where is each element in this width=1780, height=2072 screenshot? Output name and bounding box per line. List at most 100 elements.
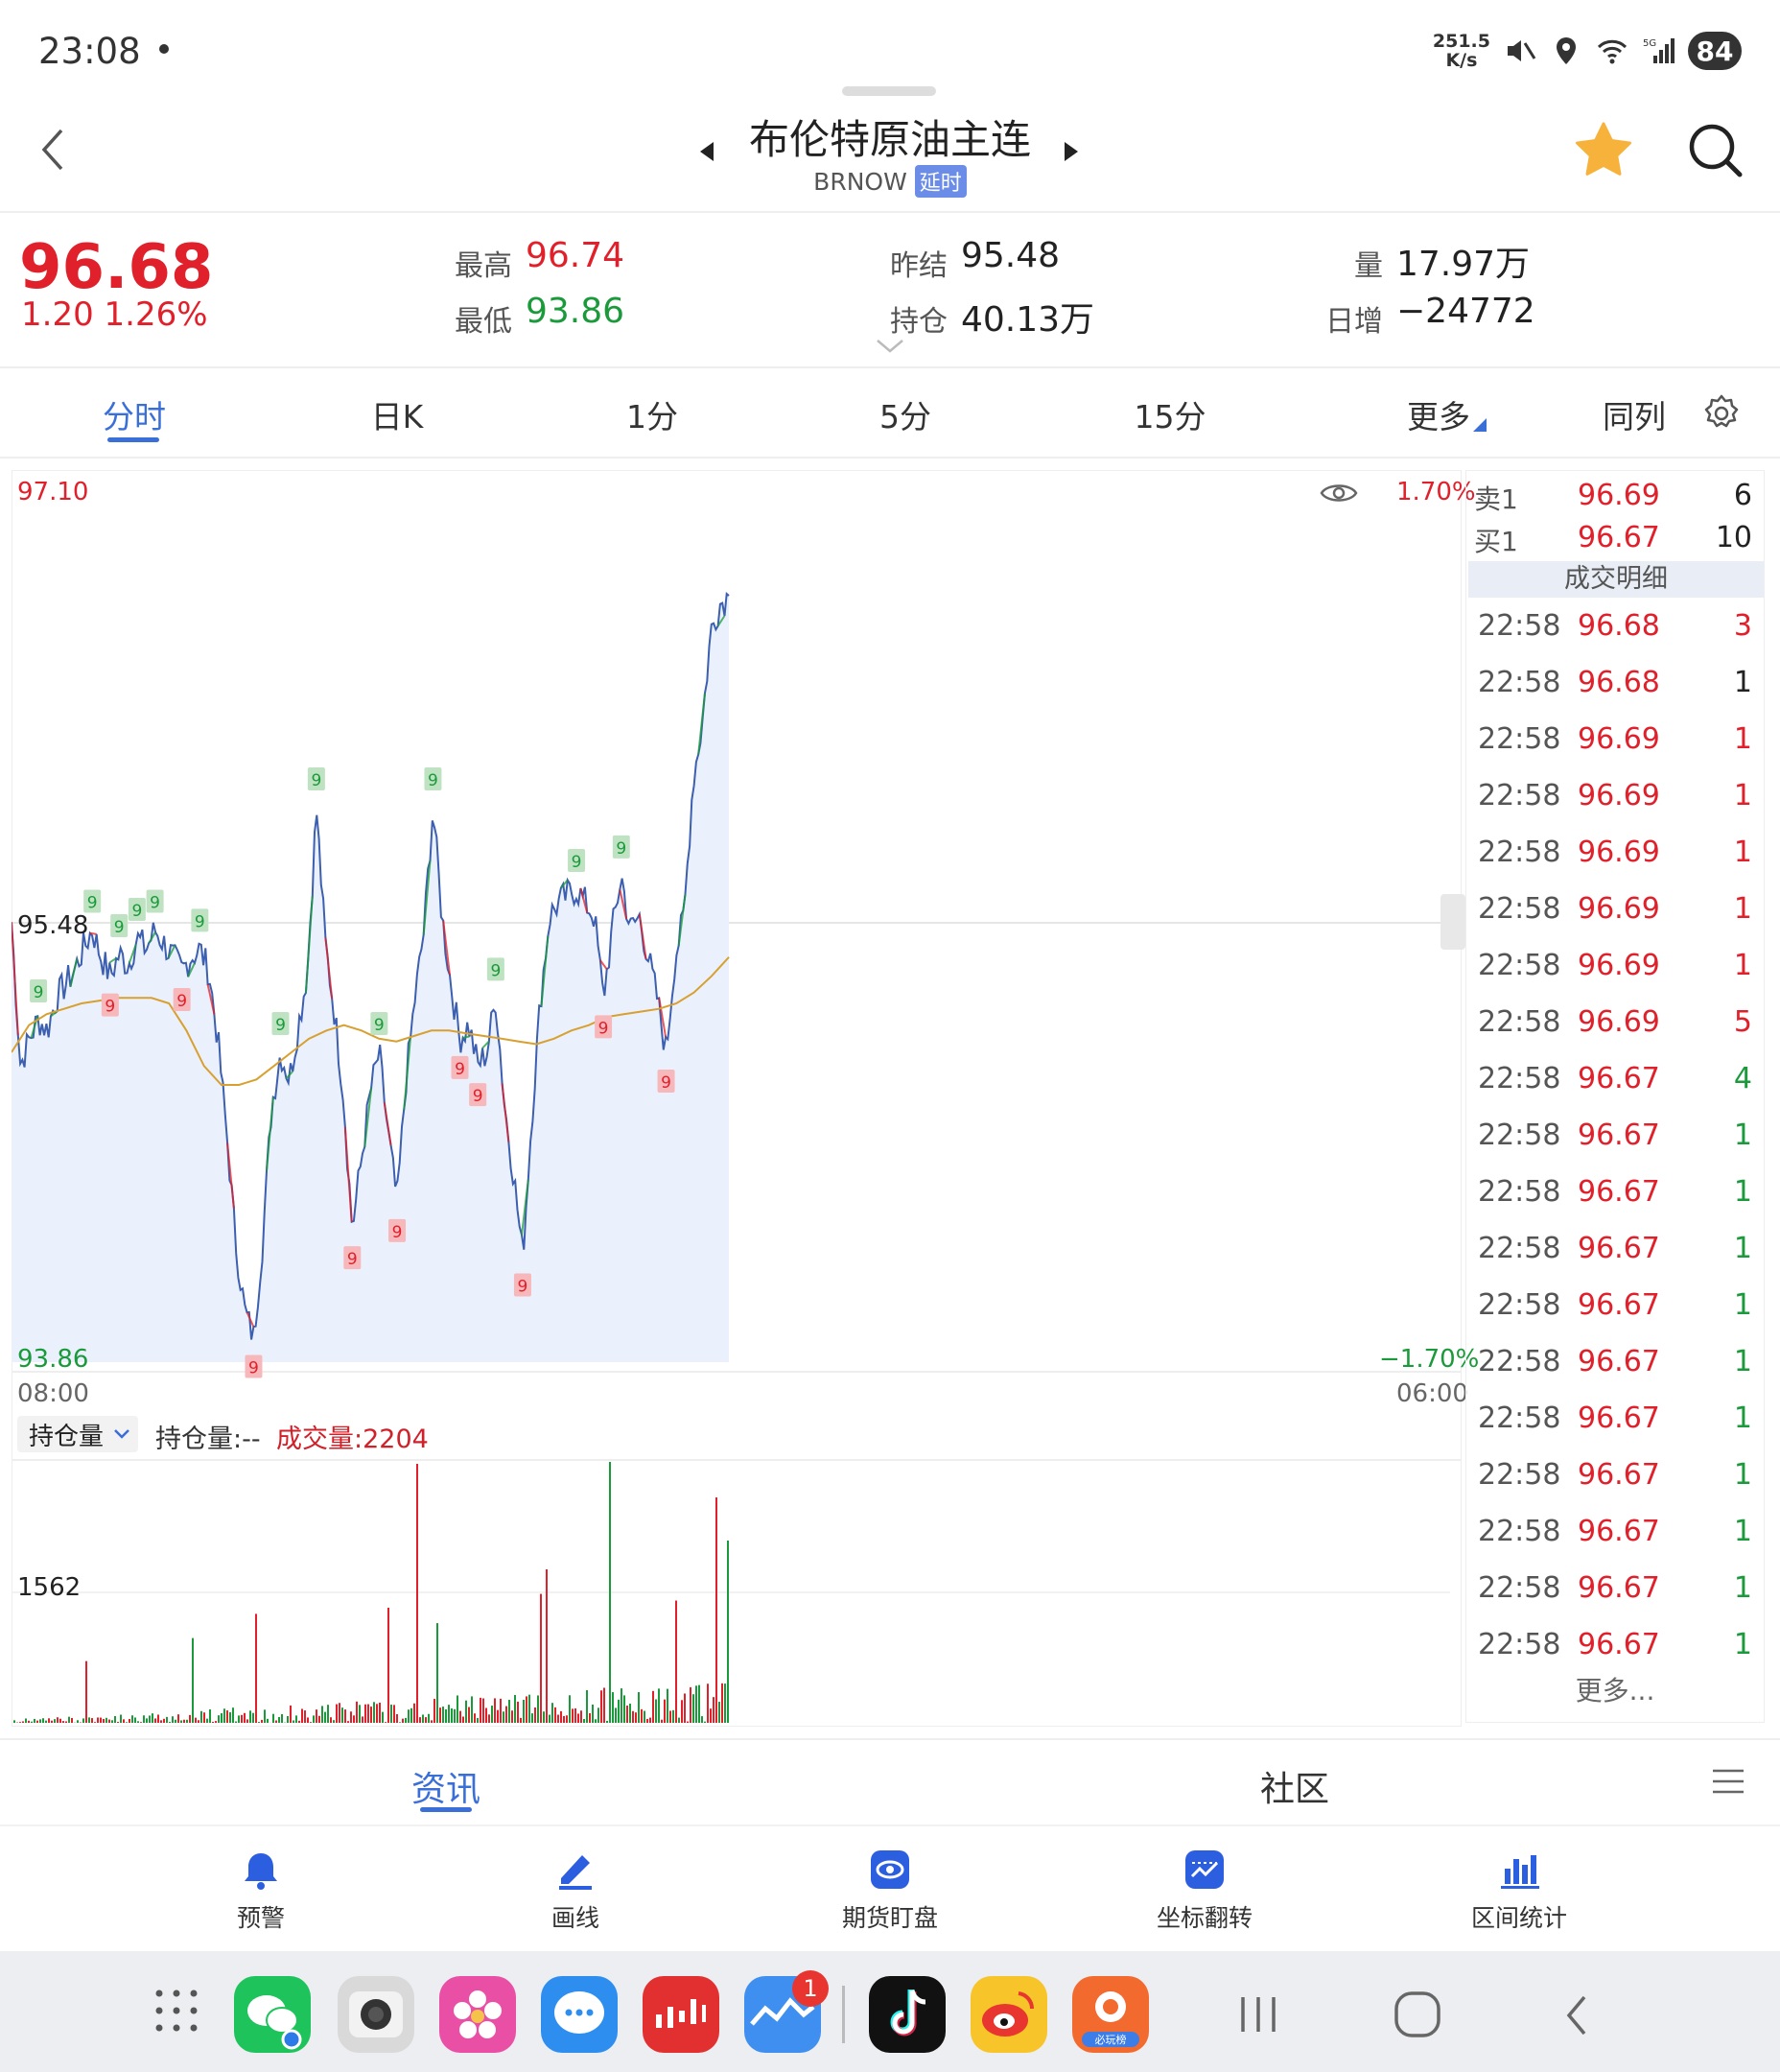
volume-bar [339, 1703, 340, 1723]
volume-bar [687, 1721, 689, 1723]
prev-contract-arrow-icon[interactable] [700, 142, 714, 161]
volume-bar [376, 1704, 378, 1723]
eye-icon[interactable] [1320, 480, 1358, 506]
volume-bar [146, 1718, 148, 1723]
weibo-app-icon[interactable] [971, 1976, 1047, 2053]
expand-chevron-icon[interactable] [875, 338, 905, 355]
tab-daily-k[interactable]: 日K [349, 391, 445, 437]
trade-price: 96.67 [1578, 1628, 1660, 1661]
trade-price: 96.67 [1578, 1571, 1660, 1605]
volume-bar [57, 1717, 59, 1723]
volume-bar [255, 1613, 257, 1723]
price-axis-top: 97.10 [17, 478, 89, 506]
volume-bar [667, 1688, 668, 1723]
tool-draw-line[interactable]: 画线 [489, 1848, 662, 1934]
volume-bar [370, 1707, 372, 1723]
volume-bar [465, 1700, 467, 1723]
trade-time: 22:58 [1478, 779, 1561, 812]
volume-bar [416, 1464, 418, 1723]
price-segment [462, 1035, 470, 1039]
volume-bar [293, 1720, 294, 1723]
home-icon[interactable] [1393, 1990, 1442, 2039]
tab-news[interactable]: 资讯 [384, 1761, 508, 1811]
volume-bar [42, 1718, 44, 1723]
price-area-fill [12, 594, 729, 1362]
volume-bar [310, 1722, 312, 1723]
chevron-down-icon [114, 1429, 129, 1439]
stock-app-icon[interactable] [643, 1976, 719, 2053]
volume-bar [531, 1713, 533, 1723]
volume-bar [609, 1462, 611, 1723]
volume-bar [172, 1716, 174, 1723]
gallery-app-icon[interactable] [439, 1976, 516, 2053]
volume-bar [261, 1719, 263, 1723]
next-contract-arrow-icon[interactable] [1065, 142, 1078, 161]
tool-alert[interactable]: 预警 [175, 1848, 347, 1934]
volume-bar [626, 1706, 628, 1723]
wechat-app-icon[interactable] [234, 1976, 311, 2053]
volume-bar [710, 1708, 712, 1723]
volume-bar [560, 1710, 562, 1723]
trade-qty: 1 [1733, 666, 1752, 699]
volume-bar [54, 1719, 56, 1723]
volume-bar [520, 1717, 522, 1723]
volume-bar [690, 1686, 691, 1723]
camera-app-icon[interactable] [338, 1976, 414, 2053]
volume-bar [664, 1699, 666, 1723]
trade-more-link[interactable]: 更多... [1466, 1670, 1764, 1708]
volume-bar [131, 1715, 133, 1723]
ask-price: 96.69 [1578, 479, 1660, 512]
volume-bar [485, 1707, 487, 1723]
volume-bar [249, 1710, 251, 1723]
tiktok-app-icon[interactable] [869, 1976, 946, 2053]
volume-bar [59, 1718, 61, 1723]
tab-5min[interactable]: 5分 [857, 391, 953, 437]
volume-bar [347, 1721, 349, 1723]
back-arrow-icon[interactable] [38, 127, 67, 173]
tab-1min[interactable]: 1分 [604, 391, 700, 437]
volume-bar [396, 1713, 398, 1723]
tool-watch[interactable]: 期货盯盘 [804, 1848, 976, 1934]
ask-row: 卖1 96.69 6 [1466, 479, 1764, 517]
volume-bar [379, 1702, 381, 1723]
sell-signal-marker: 9 [146, 889, 164, 913]
tab-same-list[interactable]: 同列 [1586, 391, 1682, 437]
system-back-icon[interactable] [1561, 1993, 1590, 2037]
volume-bar [523, 1700, 525, 1723]
gear-icon[interactable] [1701, 393, 1742, 434]
app-drawer-icon[interactable] [153, 1988, 199, 2034]
low-label: 最低 [455, 305, 512, 339]
trade-row: 22:58 96.67 1 [1466, 1620, 1764, 1677]
recent-apps-icon[interactable] [1237, 1993, 1279, 2036]
tool-flip-axis[interactable]: 坐标翻转 [1118, 1848, 1291, 1934]
volume-bar [13, 1720, 15, 1723]
volume-bar [537, 1695, 539, 1723]
drag-handle[interactable] [842, 86, 936, 96]
volume-bar [212, 1721, 214, 1723]
side-panel-handle[interactable] [1440, 894, 1465, 950]
volume-bar [22, 1721, 24, 1723]
tab-more[interactable]: 更多 [1391, 391, 1487, 437]
trade-price: 96.69 [1578, 779, 1660, 812]
messages-app-icon[interactable] [541, 1976, 618, 2053]
tab-15min[interactable]: 15分 [1122, 391, 1218, 437]
volume-bar [186, 1719, 188, 1723]
volume-bar [313, 1715, 315, 1723]
menu-icon[interactable] [1711, 1767, 1745, 1796]
intraday-chart[interactable]: 99999 999999999999999999 [12, 470, 1462, 1727]
indicator-dropdown[interactable]: 持仓量 [17, 1416, 138, 1452]
bibang-app-icon[interactable]: 必玩榜 [1072, 1976, 1149, 2053]
volume-bar [100, 1717, 102, 1723]
favorite-star-icon[interactable] [1573, 119, 1634, 180]
tool-range-stats[interactable]: 区间统计 [1433, 1848, 1605, 1934]
volume-bar [267, 1718, 269, 1723]
volume-bar [410, 1707, 412, 1723]
wifi-icon [1597, 39, 1628, 64]
tab-intraday[interactable]: 分时 [86, 391, 182, 437]
sell-signal-marker: 9 [370, 1012, 388, 1035]
tab-community[interactable]: 社区 [1247, 1761, 1343, 1811]
search-icon[interactable] [1686, 121, 1745, 180]
trade-price: 96.69 [1578, 949, 1660, 982]
volume-bar [152, 1713, 153, 1723]
volume-bar [169, 1722, 171, 1723]
